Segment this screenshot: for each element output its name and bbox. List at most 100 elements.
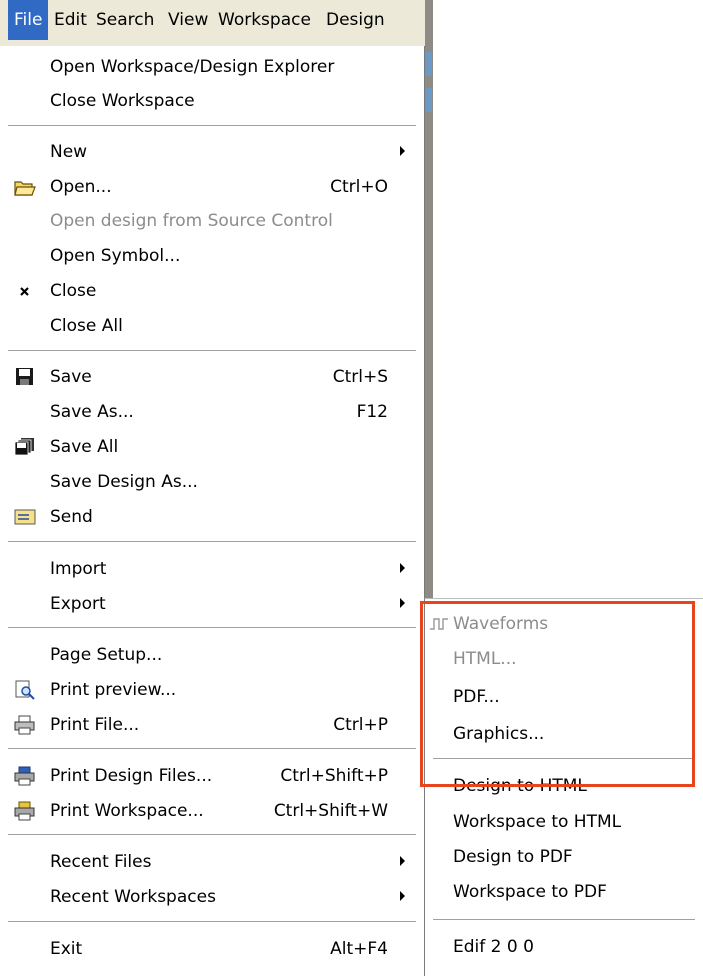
workspace-to-pdf-label: Workspace to PDF: [453, 882, 607, 902]
print-workspace-label: Print Workspace...: [50, 801, 204, 821]
close-x-icon: [14, 281, 36, 301]
separator: [8, 834, 416, 836]
close-all-label: Close All: [50, 316, 123, 336]
html-item: HTML...: [425, 642, 703, 676]
export-label: Export: [50, 594, 106, 614]
print-workspace-shortcut: Ctrl+Shift+W: [273, 801, 388, 821]
edif-label: Edif 2 0 0: [453, 937, 534, 957]
design-to-html-item[interactable]: Design to HTML: [425, 769, 703, 803]
open-item[interactable]: Open... Ctrl+O: [0, 170, 424, 204]
graphics-item[interactable]: Graphics...: [425, 717, 703, 751]
recent-files-label: Recent Files: [50, 852, 152, 872]
design-to-pdf-label: Design to PDF: [453, 847, 573, 867]
separator: [8, 350, 416, 352]
open-shortcut: Ctrl+O: [330, 177, 388, 197]
separator: [8, 541, 416, 543]
printer-icon: [14, 715, 36, 735]
save-design-as-item[interactable]: Save Design As...: [0, 465, 424, 499]
menubar: File Edit Search View Workspace Design: [0, 0, 432, 47]
send-item[interactable]: Send: [0, 500, 424, 534]
design-to-html-label: Design to HTML: [453, 776, 587, 796]
save-all-item[interactable]: Save All: [0, 430, 424, 464]
print-design-files-icon: [14, 766, 36, 786]
save-as-label: Save As...: [50, 402, 134, 422]
print-workspace-item[interactable]: Print Workspace... Ctrl+Shift+W: [0, 794, 424, 828]
file-menu: Open Workspace/Design Explorer Close Wor…: [0, 46, 425, 975]
print-file-item[interactable]: Print File... Ctrl+P: [0, 708, 424, 742]
graphics-label: Graphics...: [453, 724, 545, 744]
open-explorer-item[interactable]: Open Workspace/Design Explorer: [0, 50, 424, 84]
workspace-to-html-label: Workspace to HTML: [453, 812, 622, 832]
menu-search[interactable]: Search: [90, 0, 160, 40]
recent-workspaces-label: Recent Workspaces: [50, 887, 216, 907]
pdf-label: PDF...: [453, 687, 500, 707]
send-mail-icon: [14, 507, 36, 527]
save-as-item[interactable]: Save As... F12: [0, 395, 424, 429]
new-label: New: [50, 142, 88, 162]
menu-file[interactable]: File: [8, 0, 49, 40]
save-label: Save: [50, 367, 92, 387]
page-setup-item[interactable]: Page Setup...: [0, 638, 424, 672]
submenu-arrow-icon: [400, 856, 405, 866]
submenu-arrow-icon: [400, 563, 405, 573]
separator: [8, 125, 416, 127]
save-as-shortcut: F12: [356, 402, 388, 422]
open-source-control-label: Open design from Source Control: [50, 211, 333, 231]
print-preview-icon: [14, 680, 36, 700]
edif-item[interactable]: Edif 2 0 0: [425, 930, 703, 964]
waveforms-label: Waveforms: [453, 614, 549, 634]
separator: [433, 919, 695, 921]
save-item[interactable]: Save Ctrl+S: [0, 360, 424, 394]
close-all-item[interactable]: Close All: [0, 309, 424, 343]
open-folder-icon: [14, 177, 36, 197]
recent-files-item[interactable]: Recent Files: [0, 845, 424, 879]
workspace-to-html-item[interactable]: Workspace to HTML: [425, 805, 703, 839]
submenu-arrow-icon: [400, 146, 405, 156]
print-workspace-icon: [14, 801, 36, 821]
submenu-arrow-icon: [400, 598, 405, 608]
open-explorer-label: Open Workspace/Design Explorer: [50, 57, 335, 77]
exit-shortcut: Alt+F4: [330, 939, 388, 959]
print-preview-label: Print preview...: [50, 680, 177, 700]
open-symbol-label: Open Symbol...: [50, 246, 181, 266]
close-workspace-label: Close Workspace: [50, 91, 195, 111]
save-all-label: Save All: [50, 437, 119, 457]
print-file-label: Print File...: [50, 715, 140, 735]
waveform-icon: [429, 616, 449, 637]
recent-workspaces-item[interactable]: Recent Workspaces: [0, 880, 424, 914]
workspace-to-pdf-item[interactable]: Workspace to PDF: [425, 875, 703, 909]
new-item[interactable]: New: [0, 135, 424, 169]
save-design-as-label: Save Design As...: [50, 472, 198, 492]
import-label: Import: [50, 559, 107, 579]
close-label: Close: [50, 281, 97, 301]
pdf-item[interactable]: PDF...: [425, 680, 703, 714]
save-all-icon: [14, 437, 36, 457]
export-submenu: Waveforms HTML... PDF... Graphics... Des…: [424, 598, 703, 976]
menu-edit[interactable]: Edit: [48, 0, 93, 40]
exit-item[interactable]: Exit Alt+F4: [0, 932, 424, 966]
exit-label: Exit: [50, 939, 83, 959]
menu-view[interactable]: View: [162, 0, 214, 40]
design-to-pdf-item[interactable]: Design to PDF: [425, 840, 703, 874]
print-design-files-label: Print Design Files...: [50, 766, 213, 786]
separator: [8, 748, 416, 750]
print-design-files-item[interactable]: Print Design Files... Ctrl+Shift+P: [0, 759, 424, 793]
submenu-arrow-icon: [400, 891, 405, 901]
close-item[interactable]: Close: [0, 274, 424, 308]
print-file-shortcut: Ctrl+P: [333, 715, 388, 735]
separator: [8, 921, 416, 923]
menu-workspace[interactable]: Workspace: [212, 0, 317, 40]
open-symbol-item[interactable]: Open Symbol...: [0, 239, 424, 273]
export-item[interactable]: Export: [0, 587, 424, 621]
import-item[interactable]: Import: [0, 552, 424, 586]
separator: [433, 758, 695, 760]
open-label: Open...: [50, 177, 112, 197]
send-label: Send: [50, 507, 93, 527]
waveforms-item: Waveforms: [425, 607, 703, 641]
print-preview-item[interactable]: Print preview...: [0, 673, 424, 707]
html-label: HTML...: [453, 649, 517, 669]
menu-design[interactable]: Design: [320, 0, 391, 40]
open-source-control-item: Open design from Source Control: [0, 204, 424, 238]
close-workspace-item[interactable]: Close Workspace: [0, 84, 424, 118]
separator: [8, 627, 416, 629]
